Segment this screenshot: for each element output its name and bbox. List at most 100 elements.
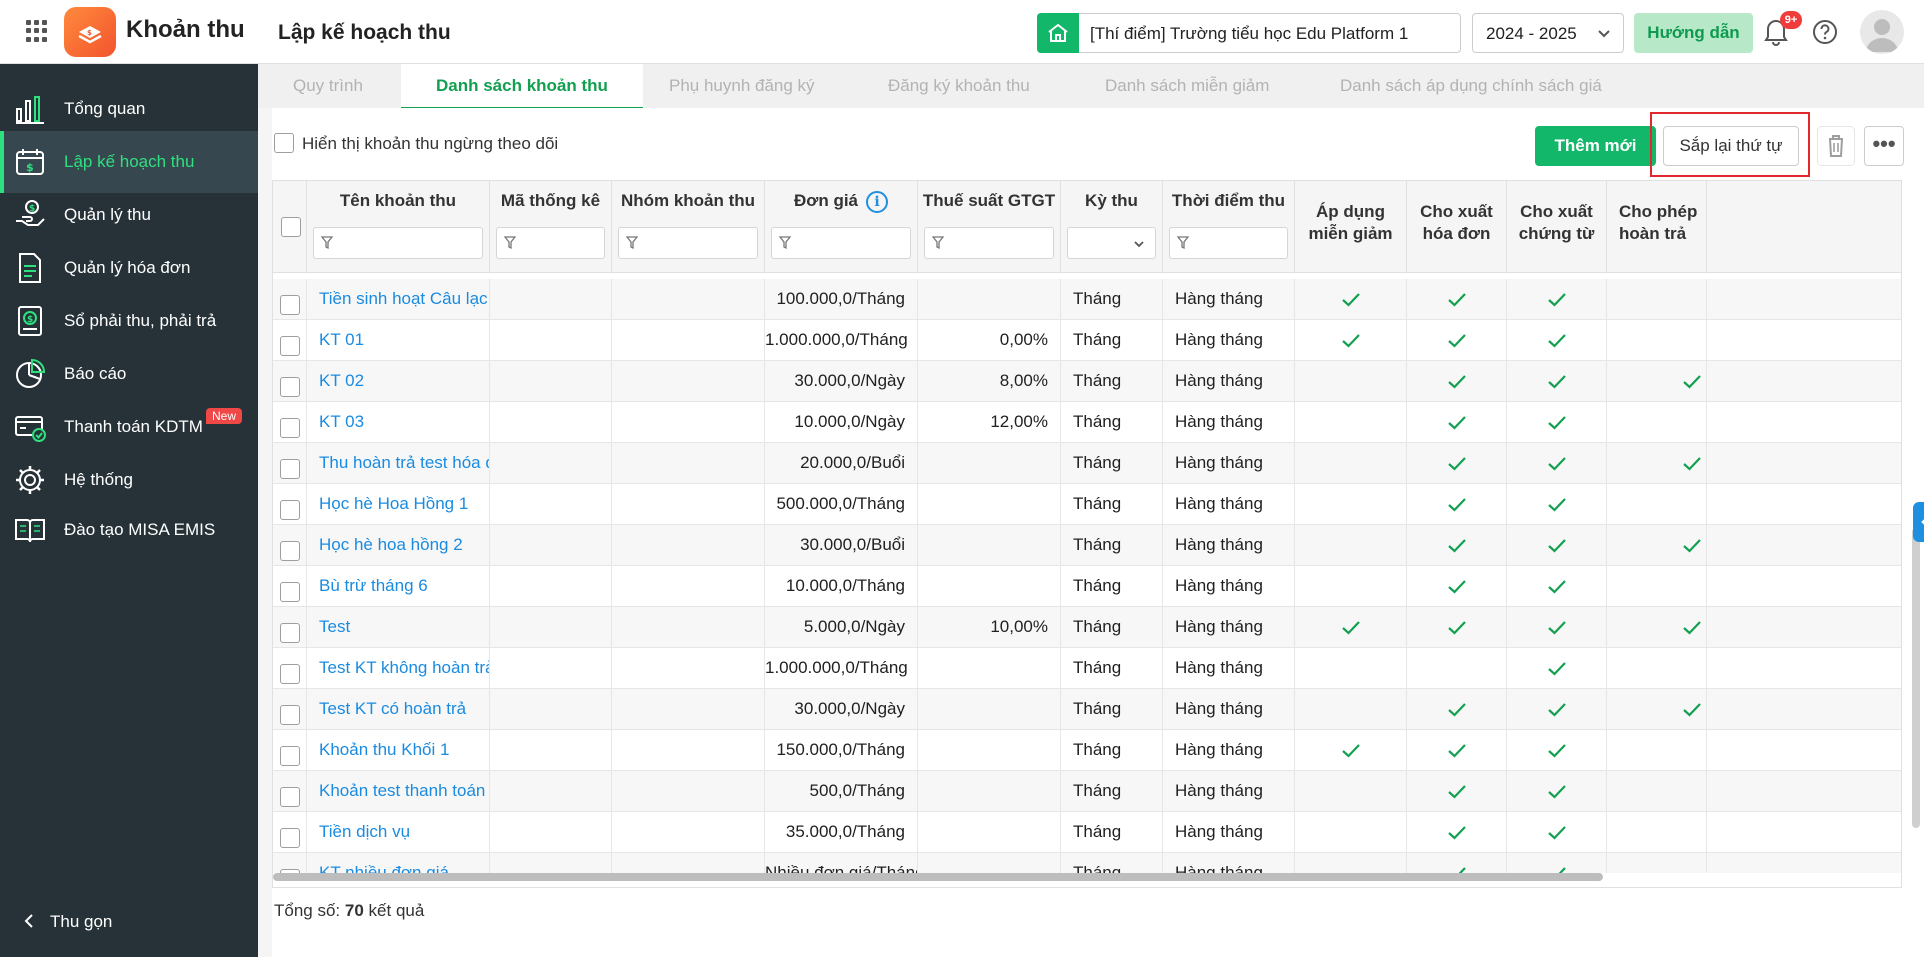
discount-cell <box>1295 525 1407 566</box>
price-cell: 20.000,0/Buổi <box>765 443 918 484</box>
guide-button[interactable]: Hướng dẫn <box>1634 13 1753 53</box>
horizontal-scrollbar[interactable] <box>273 873 1603 881</box>
header-price: Đơn giá i <box>765 181 918 273</box>
fee-name-link[interactable]: KT nhiều đơn giá <box>307 853 490 873</box>
table-row[interactable]: Test KT không hoàn trả 1.000.000,0/Tháng T… <box>273 648 1901 689</box>
table-row[interactable]: Bù trừ tháng 6 10.000,0/Tháng Tháng Hàng th… <box>273 566 1901 607</box>
table-row[interactable]: Tiền dịch vụ 35.000,0/Tháng Tháng Hàng thán… <box>273 812 1901 853</box>
time-cell: Hàng tháng <box>1163 771 1295 812</box>
vertical-scrollbar[interactable] <box>1912 528 1920 828</box>
tab-fee-list[interactable]: Danh sách khoản thu <box>401 64 643 110</box>
school-selector[interactable]: [Thí điểm] Trường tiểu học Edu Platform … <box>1037 13 1461 53</box>
discount-cell <box>1295 320 1407 361</box>
fee-name-link[interactable]: Test <box>307 607 490 648</box>
table-row[interactable]: KT 03 10.000,0/Ngày 12,00% Tháng Hàng tháng <box>273 402 1901 443</box>
discount-cell <box>1295 853 1407 873</box>
trash-icon[interactable] <box>1817 126 1855 166</box>
row-checkbox[interactable] <box>279 581 300 602</box>
tab-fee-register[interactable]: Đăng ký khoản thu <box>888 76 1030 96</box>
check-icon <box>1547 292 1566 307</box>
vat-filter-input[interactable] <box>924 227 1054 259</box>
refund-cell <box>1607 648 1707 689</box>
show-stopped-toggle[interactable]: Hiển thị khoản thu ngừng theo dõi <box>274 132 558 155</box>
period-cell: Tháng <box>1061 648 1163 689</box>
row-select-cell <box>273 566 307 607</box>
more-button[interactable]: ••• <box>1864 126 1904 166</box>
table-row[interactable]: Học hè hoa hồng 2 30.000,0/Buổi Tháng Hàng … <box>273 525 1901 566</box>
collapse-sidebar-button[interactable]: Thu gọn <box>24 912 112 932</box>
check-icon <box>1447 374 1466 389</box>
table-row[interactable]: Test 5.000,0/Ngày 10,00% Tháng Hàng tháng <box>273 607 1901 648</box>
row-checkbox[interactable] <box>279 540 300 561</box>
fee-name-link[interactable]: Thu hoàn trả test hóa đơn <box>307 443 490 484</box>
row-checkbox[interactable] <box>279 704 300 725</box>
pie-chart-icon <box>16 358 46 388</box>
tab-discount-list[interactable]: Danh sách miễn giảm <box>1105 76 1269 96</box>
row-checkbox[interactable] <box>279 417 300 438</box>
chart-icon <box>16 96 44 124</box>
table-row[interactable]: Khoản test thanh toán 2 500,0/Tháng Tháng H… <box>273 771 1901 812</box>
time-cell: Hàng tháng <box>1163 689 1295 730</box>
reorder-button[interactable]: Sắp lại thứ tự <box>1663 126 1799 166</box>
stat-cell <box>490 484 612 525</box>
tab-price-policy[interactable]: Danh sách áp dụng chính sách giá <box>1340 76 1602 96</box>
table-row[interactable]: KT nhiều đơn giá Nhiều đơn giá/Tháng Tháng… <box>273 853 1901 873</box>
fee-name-link[interactable]: Bù trừ tháng 6 <box>307 566 490 607</box>
app-grid-icon[interactable] <box>26 20 48 42</box>
row-checkbox[interactable] <box>279 745 300 766</box>
select-all-checkbox[interactable] <box>281 217 301 237</box>
tab-parent-register[interactable]: Phụ huynh đăng ký <box>669 76 815 96</box>
price-cell: 30.000,0/Buổi <box>765 525 918 566</box>
fee-name-link[interactable]: Test KT không hoàn trả <box>307 648 490 689</box>
user-avatar[interactable] <box>1860 10 1904 54</box>
filter-icon <box>626 236 638 250</box>
table-row[interactable]: KT 01 1.000.000,0/Tháng 0,00% Tháng Hàng thá… <box>273 320 1901 361</box>
side-panel-toggle[interactable] <box>1913 502 1924 542</box>
year-selector[interactable]: 2024 - 2025 <box>1472 13 1624 53</box>
fee-name-link[interactable]: Khoản thu Khối 1 <box>307 730 490 771</box>
stat-code-filter-input[interactable] <box>496 227 605 259</box>
voucher-cell <box>1507 771 1607 812</box>
voucher-cell <box>1507 566 1607 607</box>
add-new-button[interactable]: Thêm mới <box>1535 126 1656 166</box>
fee-name-link[interactable]: KT 02 <box>307 361 490 402</box>
table-row[interactable]: Học hè Hoa Hồng 1 500.000,0/Tháng Tháng Hàn… <box>273 484 1901 525</box>
info-icon[interactable]: i <box>866 191 889 213</box>
fee-name-link[interactable]: KT 01 <box>307 320 490 361</box>
chevron-down-icon <box>1598 30 1610 38</box>
vat-cell <box>918 648 1061 689</box>
fee-name-link[interactable]: Tiền dịch vụ <box>307 812 490 853</box>
group-filter-input[interactable] <box>618 227 758 259</box>
chevron-left-icon <box>24 914 33 928</box>
show-stopped-checkbox[interactable] <box>274 132 294 153</box>
row-checkbox[interactable] <box>279 622 300 643</box>
fee-name-link[interactable]: Khoản test thanh toán 2 <box>307 771 490 812</box>
table-row[interactable]: KT 02 30.000,0/Ngày 8,00% Tháng Hàng tháng <box>273 361 1901 402</box>
row-checkbox[interactable] <box>279 786 300 807</box>
table-row[interactable]: Khoản thu Khối 1 150.000,0/Tháng Tháng Hàng… <box>273 730 1901 771</box>
row-checkbox[interactable] <box>279 335 300 356</box>
name-filter-input[interactable] <box>313 227 483 259</box>
row-checkbox[interactable] <box>279 499 300 520</box>
row-checkbox[interactable] <box>279 376 300 397</box>
stat-cell <box>490 689 612 730</box>
row-checkbox[interactable] <box>279 458 300 479</box>
table-row[interactable]: Test KT có hoàn trả 30.000,0/Ngày Tháng Hàn… <box>273 689 1901 730</box>
table-row[interactable]: Tiền sinh hoạt Câu lạc bộ 100.000,0/Tháng… <box>273 279 1901 320</box>
help-icon[interactable] <box>1812 19 1838 45</box>
fee-name-link[interactable]: Tiền sinh hoạt Câu lạc bộ <box>307 279 490 320</box>
row-checkbox[interactable] <box>279 663 300 684</box>
fee-name-link[interactable]: KT 03 <box>307 402 490 443</box>
price-filter-input[interactable] <box>771 227 911 259</box>
table-row[interactable]: Thu hoàn trả test hóa đơn 20.000,0/Buổi Th… <box>273 443 1901 484</box>
time-filter-input[interactable] <box>1169 227 1288 259</box>
fee-name-link[interactable]: Test KT có hoàn trả <box>307 689 490 730</box>
row-checkbox[interactable] <box>279 827 300 848</box>
sidebar-item-label: Đào tạo MISA EMIS <box>64 520 216 539</box>
tab-process[interactable]: Quy trình <box>293 76 363 96</box>
fee-name-link[interactable]: Học hè hoa hồng 2 <box>307 525 490 566</box>
period-filter-select[interactable] <box>1067 227 1156 259</box>
sidebar-item-training[interactable]: Đào tạo MISA EMIS <box>0 499 258 561</box>
fee-name-link[interactable]: Học hè Hoa Hồng 1 <box>307 484 490 525</box>
row-checkbox[interactable] <box>279 294 300 315</box>
